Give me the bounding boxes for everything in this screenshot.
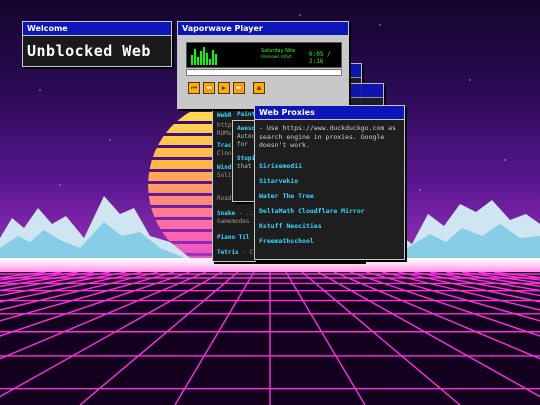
welcome-heading: Unblocked Web	[27, 42, 151, 60]
equalizer-bar	[212, 50, 214, 65]
game-description: Clon	[217, 150, 232, 157]
equalizer-bar	[194, 49, 196, 65]
equalizer-bar	[200, 51, 202, 65]
game-description: Soli	[217, 172, 232, 179]
equalizer-bar	[209, 59, 211, 65]
neon-grid-floor	[0, 272, 540, 405]
grid-line	[0, 272, 159, 311]
equalizer-bar	[206, 53, 208, 65]
ai-tool-item[interactable]: Autoc	[237, 133, 255, 140]
game-description: Road	[217, 195, 232, 202]
grid-line	[317, 272, 540, 398]
eject-button[interactable]: ⏏	[253, 82, 265, 94]
grid-line	[413, 272, 540, 297]
grid-line	[0, 272, 191, 337]
ai-tool-item[interactable]: Paint	[237, 111, 255, 118]
game-name[interactable]: Piano Til	[217, 234, 250, 241]
welcome-titlebar[interactable]: Welcome	[23, 22, 171, 36]
proxy-link[interactable]: DeltaMath Cloudflare Mirror	[259, 207, 365, 215]
game-description: ROMs	[217, 130, 232, 137]
game-description: http	[217, 122, 232, 129]
song-artist: Unknown Artist	[261, 54, 292, 59]
equalizer-bar	[203, 47, 205, 65]
seek-bar[interactable]	[186, 69, 342, 76]
grid-line	[0, 272, 127, 297]
vaporwave-player-window[interactable]: Vaporwave Player Saturday Nite Unknown A…	[177, 21, 349, 109]
rewind-button[interactable]: ⏪	[203, 82, 215, 94]
game-name[interactable]: Trac	[217, 142, 231, 149]
game-name[interactable]: WebR	[217, 112, 231, 119]
previous-button[interactable]: ⏮	[188, 82, 200, 94]
fast-forward-button[interactable]: ⏩	[233, 82, 245, 94]
game-name[interactable]: Wind	[217, 164, 231, 171]
proxy-note: - Use https://www.duckduckgo.com as sear…	[259, 124, 396, 149]
proxy-link[interactable]: Water The Tree	[259, 192, 314, 200]
grid-line	[0, 272, 175, 322]
game-name[interactable]: Tetris	[217, 249, 242, 256]
proxy-link[interactable]: Sitarvekio	[259, 177, 298, 185]
equalizer-bar	[191, 55, 193, 65]
player-display: Saturday Nite Unknown Artist 0:05 / 2:16	[186, 42, 342, 68]
grid-line	[0, 272, 79, 284]
equalizer-bar	[197, 57, 199, 65]
player-titlebar[interactable]: Vaporwave Player	[178, 22, 348, 36]
web-proxies-window[interactable]: Web Proxies - Use https://www.duckduckgo…	[254, 105, 405, 260]
welcome-window[interactable]: Welcome Unblocked Web	[22, 21, 172, 67]
grid-line	[381, 272, 540, 311]
grid-line	[0, 272, 223, 398]
grid-line	[365, 272, 540, 322]
ai-tool-item[interactable]: that	[237, 163, 251, 170]
grid-line	[349, 272, 540, 337]
play-button[interactable]: ▶	[218, 82, 230, 94]
grid-line	[461, 272, 540, 284]
grid-line	[0, 272, 63, 281]
ai-tool-item[interactable]: for	[237, 141, 248, 148]
proxy-link[interactable]: Kstuff Neocities	[259, 222, 322, 230]
song-time: 0:05 / 2:16	[309, 51, 331, 65]
grid-line	[477, 272, 540, 281]
proxies-titlebar[interactable]: Web Proxies	[255, 106, 404, 120]
equalizer-bar	[215, 54, 217, 65]
proxy-link[interactable]: Freemathschool	[259, 237, 314, 245]
game-description: Gamemodes	[217, 218, 250, 225]
proxy-link[interactable]: Sirixemodii	[259, 162, 302, 170]
game-name[interactable]: Snake	[217, 210, 239, 217]
